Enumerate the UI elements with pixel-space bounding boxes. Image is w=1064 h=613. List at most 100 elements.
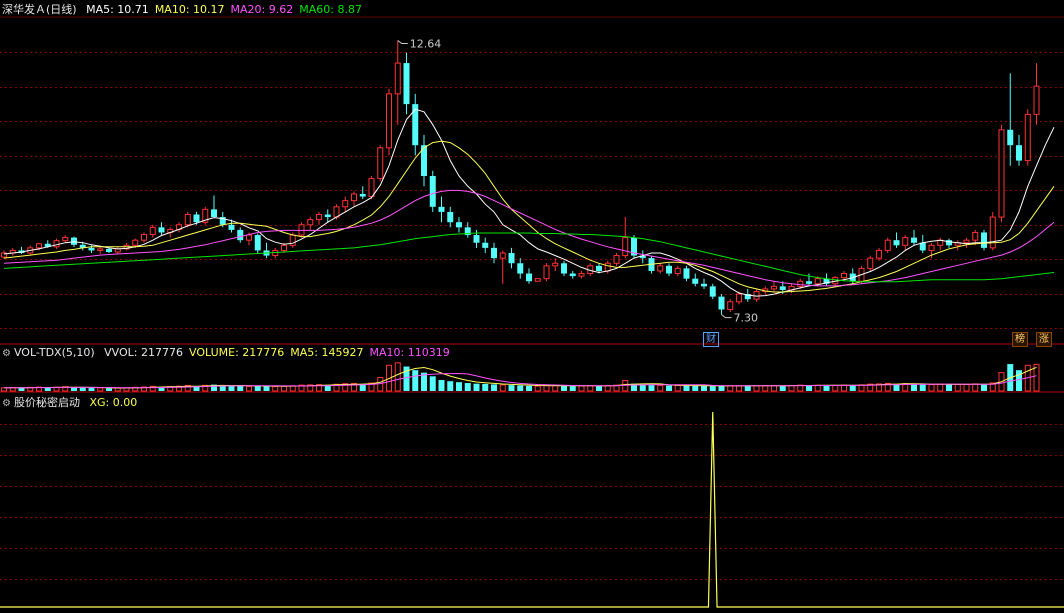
limit-up-badge[interactable]: 涨 (1036, 332, 1052, 347)
volume-bar (771, 385, 777, 392)
candle-body (604, 262, 611, 272)
volume-bar (762, 384, 769, 392)
candle-body (779, 286, 786, 290)
volume-bar (657, 384, 664, 392)
volume-bar (473, 383, 480, 391)
volume-bar (281, 385, 287, 392)
volume-bar (604, 385, 611, 392)
gear-icon[interactable]: ⚙ (2, 348, 11, 359)
candle-body (1007, 129, 1014, 146)
candle-body (753, 291, 760, 300)
candle-body (71, 237, 77, 245)
candle-body (928, 244, 935, 251)
volume-bar (447, 381, 454, 391)
candle-body (736, 293, 742, 303)
volume-bar (727, 385, 734, 392)
vol-value-label-1: VOLUME: 217776 (189, 346, 285, 359)
candle-body (867, 257, 874, 269)
vol-value-label-3: MA10: 110319 (369, 346, 450, 359)
candle-body (972, 231, 979, 241)
volume-bar (779, 385, 786, 391)
volume-bar (97, 387, 104, 392)
ma5-line (3, 108, 1055, 297)
volume-bar (753, 385, 760, 392)
candle-body (447, 211, 454, 223)
candle-body (517, 263, 524, 274)
candle-body (473, 235, 480, 243)
candle-body (368, 178, 375, 198)
volume-bar (88, 388, 95, 391)
volume-bar (692, 385, 699, 391)
candle-body (666, 265, 672, 274)
candle-body (718, 296, 725, 310)
stock-chart[interactable]: 12.64 7.30 (0, 0, 1064, 613)
candle-body (963, 239, 970, 244)
volume-bar (823, 385, 830, 391)
volume-bar (596, 385, 602, 391)
vol-indicator-title[interactable]: VOL-TDX(5,10) (14, 346, 95, 359)
volume-bar (954, 383, 961, 392)
candle-body (806, 281, 812, 284)
volume-bar (674, 384, 681, 392)
candle-body (1033, 85, 1040, 115)
candle-body (569, 273, 576, 277)
volume-bar (543, 385, 550, 392)
volume-bar (841, 384, 847, 392)
volume-bar (911, 384, 917, 391)
candle-body (141, 234, 147, 241)
candle-body (561, 263, 567, 274)
candle-body (1016, 145, 1022, 161)
candle-body (429, 176, 436, 207)
ranking-badge[interactable]: 榜 (1012, 332, 1028, 347)
candle-body (62, 237, 69, 242)
candle-body (727, 301, 734, 310)
stock-title[interactable]: 深华发Ａ(日线) (2, 3, 77, 16)
volume-bar (517, 385, 524, 391)
volume-bar (438, 379, 445, 391)
high-marker (397, 40, 408, 44)
volume-bar (246, 385, 252, 392)
candle-body (998, 129, 1005, 218)
candle-body (841, 273, 847, 279)
candle-body (237, 229, 244, 241)
candle-body (482, 242, 489, 248)
candle-body (132, 239, 139, 246)
volume-bar (639, 384, 646, 391)
volume-bar (736, 385, 742, 392)
candle-body (709, 286, 716, 297)
candle-body (1024, 113, 1031, 162)
xg-indicator-title[interactable]: 股价秘密启动 (14, 396, 80, 409)
volume-bar (499, 384, 506, 392)
volume-bar (534, 385, 541, 392)
candle-body (97, 248, 104, 251)
candle-body (981, 232, 987, 248)
candle-body (106, 248, 112, 252)
candle-body (149, 226, 156, 236)
candle-body (193, 214, 200, 223)
volume-bar (849, 385, 856, 391)
volume-bar (412, 370, 419, 391)
gear-icon[interactable]: ⚙ (2, 398, 11, 409)
candle-body (281, 244, 287, 251)
candle-body (552, 262, 559, 267)
vol-panel-header: ⚙ VOL-TDX(5,10) VVOL: 217776 VOLUME: 21777… (2, 346, 462, 360)
volume-bar (963, 383, 970, 392)
candle-body (211, 209, 217, 218)
finance-report-badge[interactable]: 财 (703, 332, 719, 347)
high-price-label: 12.64 (410, 37, 442, 50)
volume-bar (832, 384, 839, 392)
volume-bar (788, 384, 795, 392)
candle-body (911, 237, 917, 243)
volume-bar (289, 385, 296, 392)
candle-body (876, 249, 882, 259)
candle-body (456, 222, 462, 228)
vol-value-label-0: VVOL: 217776 (104, 346, 183, 359)
low-price-label: 7.30 (734, 312, 759, 325)
candle-body (491, 247, 497, 259)
volume-bar (972, 383, 979, 392)
volume-bar (648, 385, 655, 391)
volume-bar (482, 383, 489, 391)
volume-bar (464, 383, 471, 391)
volume-bar (106, 388, 112, 391)
ma-value-label-0: MA5: 10.71 (86, 3, 149, 16)
